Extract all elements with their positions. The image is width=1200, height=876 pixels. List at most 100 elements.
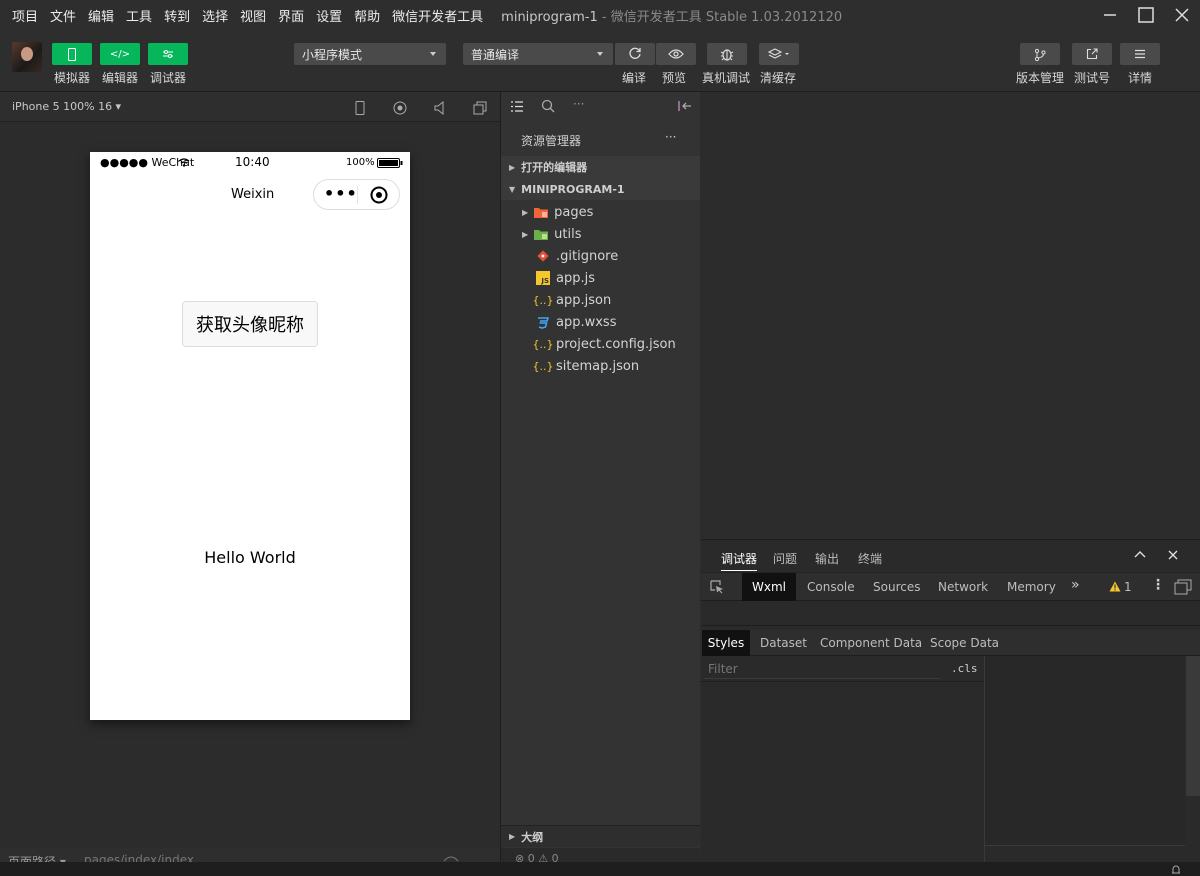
page-path-label[interactable]: 页面路径 ▾ <box>8 853 66 862</box>
clear-cache-button[interactable] <box>759 43 799 65</box>
tab-scope-data[interactable]: Scope Data <box>930 636 999 650</box>
explorer-more-button[interactable]: ··· <box>665 130 676 144</box>
tree-item-gitignore[interactable]: .gitignore <box>501 245 700 267</box>
avatar[interactable] <box>12 42 42 72</box>
compile-button[interactable] <box>615 43 655 65</box>
styles-tabs: Styles Dataset Component Data Scope Data <box>701 630 1200 656</box>
test-account-label: 测试号 <box>1074 71 1111 85</box>
more-dots-icon[interactable]: ••• <box>324 184 358 203</box>
page-path[interactable]: pages/index/index <box>84 853 194 862</box>
menu-item-select[interactable]: 选择 <box>196 6 234 25</box>
menu-item-view[interactable]: 视图 <box>234 6 272 25</box>
tab-output[interactable]: 输出 <box>815 550 839 567</box>
tab-styles[interactable]: Styles <box>702 630 750 656</box>
device-select[interactable]: iPhone 5 100% 16 ▾ <box>12 100 121 113</box>
status-time: 10:40 <box>235 155 270 169</box>
maximize-button[interactable] <box>1128 0 1164 30</box>
details-button[interactable] <box>1120 43 1160 65</box>
real-device-debug-label: 真机调试 <box>702 71 751 85</box>
bell-icon[interactable] <box>1170 864 1182 876</box>
menu-item-settings[interactable]: 设置 <box>310 6 348 25</box>
chevron-up-icon[interactable] <box>1134 550 1146 558</box>
tab-debugger[interactable]: 调试器 <box>721 550 758 571</box>
bottom-status-bar <box>0 862 1200 876</box>
minimize-button[interactable] <box>1092 0 1128 30</box>
folder-utils-icon <box>534 227 549 241</box>
menu-item-help[interactable]: 帮助 <box>348 6 386 25</box>
chevron-down-icon: ▼ <box>509 184 516 194</box>
menu-item-edit[interactable]: 编辑 <box>82 6 120 25</box>
menu-item-goto[interactable]: 转到 <box>158 6 196 25</box>
menu-item-wechat-devtools[interactable]: 微信开发者工具 <box>386 6 489 25</box>
more-tabs-button[interactable]: » <box>1071 577 1080 593</box>
dock-icon[interactable] <box>1174 579 1192 595</box>
menu-item-tools[interactable]: 工具 <box>120 6 158 25</box>
preview-label: 预览 <box>662 71 687 85</box>
wxml-tree-area <box>701 602 1200 626</box>
tab-wxml[interactable]: Wxml <box>742 573 796 601</box>
tab-component-data[interactable]: Component Data <box>820 636 922 650</box>
file-list-icon[interactable] <box>510 100 524 113</box>
editor-button[interactable]: </> <box>100 43 140 65</box>
tab-dataset[interactable]: Dataset <box>760 636 807 650</box>
cls-toggle[interactable]: .cls <box>951 662 978 675</box>
chevron-right-icon: ▶ <box>509 162 516 172</box>
search-icon[interactable] <box>541 99 555 113</box>
scrollbar[interactable] <box>1186 656 1200 796</box>
get-avatar-nickname-button[interactable]: 获取头像昵称 <box>182 301 318 347</box>
version-control-button[interactable] <box>1020 43 1060 65</box>
tab-sources[interactable]: Sources <box>873 580 920 594</box>
outline-section[interactable]: ▶ 大纲 <box>501 825 700 847</box>
tree-item-app-wxss[interactable]: app.wxss <box>501 311 700 333</box>
nav-title: Weixin <box>231 187 275 202</box>
minimize-icon <box>1104 14 1116 16</box>
menu-item-interface[interactable]: 界面 <box>272 6 310 25</box>
close-icon[interactable] <box>1168 550 1178 560</box>
volume-icon[interactable] <box>434 101 446 115</box>
tab-network[interactable]: Network <box>938 580 988 594</box>
close-circle-icon[interactable] <box>370 186 388 204</box>
new-window-icon[interactable] <box>473 101 487 115</box>
collapse-panel-icon[interactable] <box>678 100 692 112</box>
css-file-icon <box>536 315 550 329</box>
problem-counts[interactable]: ⊗ 0 ⚠ 0 <box>515 852 559 862</box>
test-account-button[interactable] <box>1072 43 1112 65</box>
version-control-label: 版本管理 <box>1016 71 1065 85</box>
styles-filter-input[interactable] <box>704 659 940 679</box>
warning-count[interactable]: 1 <box>1124 580 1132 594</box>
debugger-button[interactable] <box>148 43 188 65</box>
tree-item-app-js[interactable]: JS app.js <box>501 267 700 289</box>
compile-select[interactable]: 普通编译 <box>463 43 613 65</box>
kebab-menu-icon[interactable]: ⋮ <box>1151 577 1165 593</box>
menu-item-project[interactable]: 项目 <box>0 6 44 25</box>
project-section[interactable]: ▼ MINIPROGRAM-1 <box>501 178 700 200</box>
tab-console[interactable]: Console <box>807 580 855 594</box>
more-icon[interactable]: ··· <box>573 97 584 111</box>
branch-icon <box>1034 48 1046 61</box>
outline-label: 大纲 <box>521 830 544 844</box>
tab-memory[interactable]: Memory <box>1007 580 1056 594</box>
simulator-label: 模拟器 <box>53 71 90 85</box>
preview-button[interactable] <box>656 43 696 65</box>
tab-terminal[interactable]: 终端 <box>858 550 882 567</box>
menu-icon <box>1135 49 1145 59</box>
close-window-button[interactable] <box>1164 0 1200 30</box>
inspect-element-icon[interactable] <box>710 580 724 594</box>
real-device-debug-button[interactable] <box>707 43 747 65</box>
phone-rotate-icon[interactable] <box>355 101 365 115</box>
status-battery: 100% <box>346 157 375 168</box>
tab-problems[interactable]: 问题 <box>773 550 797 567</box>
explorer-panel: ··· 资源管理器 ··· ▶ 打开的编辑器 ▼ MINIPROGRAM-1 ▶… <box>501 92 700 862</box>
simulator-footer: 页面路径 ▾ pages/index/index <box>0 848 500 862</box>
open-editors-section[interactable]: ▶ 打开的编辑器 <box>501 156 700 178</box>
tree-item-pages[interactable]: ▶ pages <box>501 201 700 223</box>
tree-item-utils[interactable]: ▶ utils <box>501 223 700 245</box>
mode-select[interactable]: 小程序模式 <box>294 43 446 65</box>
tree-item-app-json[interactable]: {..} app.json <box>501 289 700 311</box>
tree-item-project-config[interactable]: {..} project.config.json <box>501 333 700 355</box>
menu-item-file[interactable]: 文件 <box>44 6 82 25</box>
tree-item-sitemap[interactable]: {..} sitemap.json <box>501 355 700 377</box>
warning-icon[interactable] <box>1109 581 1121 592</box>
record-icon[interactable] <box>393 101 407 115</box>
simulator-button[interactable] <box>52 43 92 65</box>
